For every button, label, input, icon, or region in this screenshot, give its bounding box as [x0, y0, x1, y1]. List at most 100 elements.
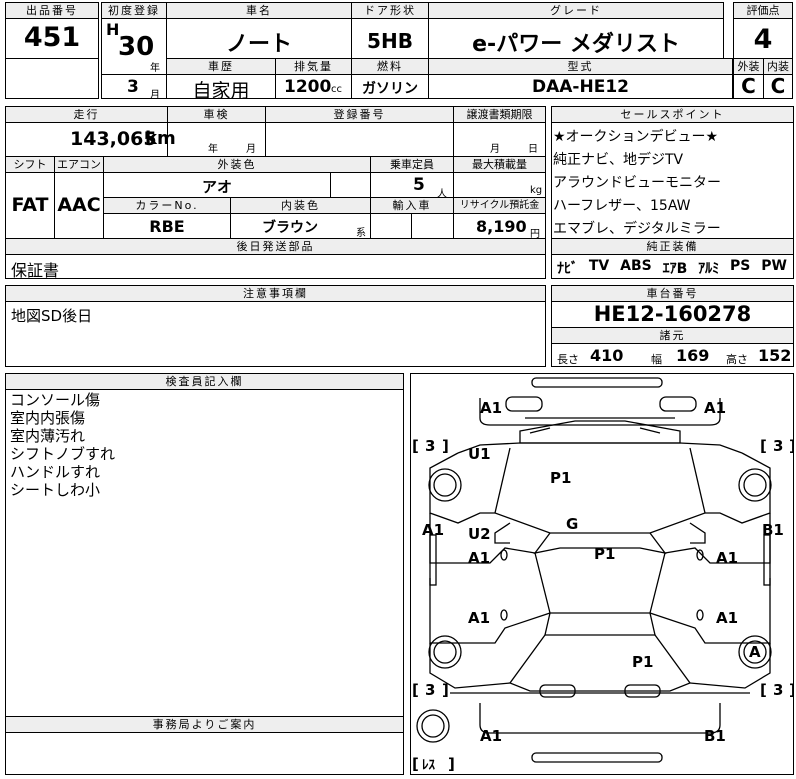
tire-bracket-open: [	[412, 681, 419, 699]
lot-label: 出品番号	[5, 2, 99, 19]
displacement-unit: cc	[331, 84, 342, 95]
max-load-unit: kg	[530, 185, 543, 196]
sales-point: ハーフレザー、15AW	[553, 198, 691, 214]
recycle-label: リサイクル預託金	[453, 197, 546, 214]
reg-month: 3	[127, 77, 139, 97]
tire-bracket-close: ]	[789, 437, 794, 455]
inspector-label: 検査員記入欄	[5, 373, 404, 390]
inspector-note: シフトノブすれ	[10, 445, 116, 463]
first-reg-label: 初度登録	[101, 2, 167, 19]
import-label: 輸入車	[370, 197, 454, 214]
mark-right-rear-door: A1	[716, 609, 738, 627]
mark-left-front-door: A1	[468, 549, 490, 567]
equipment-item: PS	[730, 258, 751, 274]
tire-tread-front-right: 3	[773, 437, 783, 455]
tire-bracket-close: ]	[442, 681, 449, 699]
displacement: 1200	[284, 77, 332, 97]
capacity: 5	[413, 175, 425, 195]
interior-grade: C	[770, 74, 786, 98]
inspector-note: コンソール傷	[10, 391, 101, 409]
displacement-label: 排気量	[275, 58, 352, 75]
length: 410	[590, 346, 624, 365]
exterior-label: 外装	[733, 58, 764, 75]
ext-color-label: 外装色	[103, 156, 371, 173]
notice-label: 注意事項欄	[5, 285, 546, 302]
reg-number-label: 登録番号	[265, 106, 454, 123]
model-label: 型式	[428, 58, 733, 75]
sales-point: 純正ナビ、地デジTV	[553, 152, 684, 168]
tire-tread-front-left: 3	[425, 437, 435, 455]
fuel: ガソリン	[362, 81, 418, 97]
tire-tread-rear-left: 3	[425, 681, 435, 699]
spare-tire-label: ﾚｽ	[422, 758, 436, 773]
car-name-label: 車名	[166, 2, 352, 19]
history-label: 車歴	[166, 58, 276, 75]
door-type: 5HB	[367, 29, 413, 53]
int-color-label: 内装色	[230, 197, 371, 214]
equipment-item: PW	[761, 258, 787, 274]
mark-front-right: A1	[704, 399, 726, 417]
transfer-day-unit: 日	[528, 144, 538, 155]
tire-bracket-open: [	[760, 681, 767, 699]
mark-right-rear-wheel: A	[749, 643, 761, 661]
mark-left-rear-door: A1	[468, 609, 490, 627]
tire-tread-rear-right: 3	[773, 681, 783, 699]
height-label: 高さ	[726, 353, 748, 366]
int-color: ブラウン	[262, 220, 318, 236]
mark-right-front-fender: B1	[762, 521, 784, 539]
inspector-note: 室内薄汚れ	[10, 427, 86, 445]
inspector-note: ハンドルすれ	[10, 463, 101, 481]
mark-rear-hatch: P1	[632, 653, 653, 671]
mark-left-front-door-upper: U2	[468, 525, 491, 543]
int-color-unit: 系	[356, 228, 366, 239]
mark-rear-right: B1	[704, 727, 726, 745]
shift-label: シフト	[5, 156, 55, 173]
inspection-year-unit: 年	[208, 144, 218, 155]
exterior-grade: C	[741, 74, 756, 98]
tire-bracket-close: ]	[442, 437, 449, 455]
mark-windshield: G	[566, 515, 578, 533]
later-parts-label: 後日発送部品	[5, 238, 546, 255]
inspector-note: シートしわ小	[10, 481, 101, 499]
equipment-item: ﾅﾋﾞ	[557, 261, 578, 277]
score-label: 評価点	[733, 2, 793, 19]
shift: FAT	[11, 194, 49, 216]
history: 自家用	[192, 80, 250, 102]
fuel-label: 燃料	[351, 58, 429, 75]
office-label: 事務局よりご案内	[5, 716, 404, 733]
chassis-number: HE12-160278	[593, 302, 752, 326]
mark-rear-left: A1	[480, 727, 502, 745]
aircon-label: エアコン	[54, 156, 104, 173]
model: DAA-HE12	[532, 77, 629, 97]
door-label: ドア形状	[351, 2, 429, 19]
notice-text: 地図SD後日	[11, 307, 93, 325]
mark-right-front-door: A1	[716, 549, 738, 567]
chassis-label: 車台番号	[551, 285, 794, 302]
equipment-item: TV	[588, 258, 610, 274]
ext-color: アオ	[201, 178, 232, 196]
spare-bracket-open: [	[412, 755, 419, 773]
tire-bracket-close: ]	[789, 681, 794, 699]
transfer-month-unit: 月	[490, 144, 500, 155]
sales-label: セールスポイント	[551, 106, 794, 123]
reg-year: 30	[118, 32, 155, 62]
color-no: RBE	[149, 217, 185, 236]
height: 152	[758, 346, 792, 365]
year-unit: 年	[150, 63, 160, 74]
tire-bracket-open: [	[412, 437, 419, 455]
capacity-label: 乗車定員	[370, 156, 454, 173]
inspector-note: 室内内張傷	[10, 409, 86, 427]
width-label: 幅	[651, 353, 662, 366]
tire-bracket-open: [	[760, 437, 767, 455]
inspection-month-unit: 月	[246, 144, 256, 155]
inspection-label: 車検	[167, 106, 266, 123]
grade-label: グレード	[428, 2, 724, 19]
sales-point: ★オークションデビュー★	[553, 129, 719, 145]
car-name: ノート	[225, 32, 292, 57]
mark-hood: P1	[550, 469, 571, 487]
mark-left-front-fender: A1	[422, 521, 444, 539]
color-no-label: カラーNo.	[103, 197, 231, 214]
car-diagram: A1 A1 U1 P1 A1 B1 G U2 P1 A1 A1 A1 A1 P1…	[412, 377, 794, 773]
mileage-label: 走行	[5, 106, 168, 123]
equipment-item: ｴｱB	[662, 261, 688, 277]
